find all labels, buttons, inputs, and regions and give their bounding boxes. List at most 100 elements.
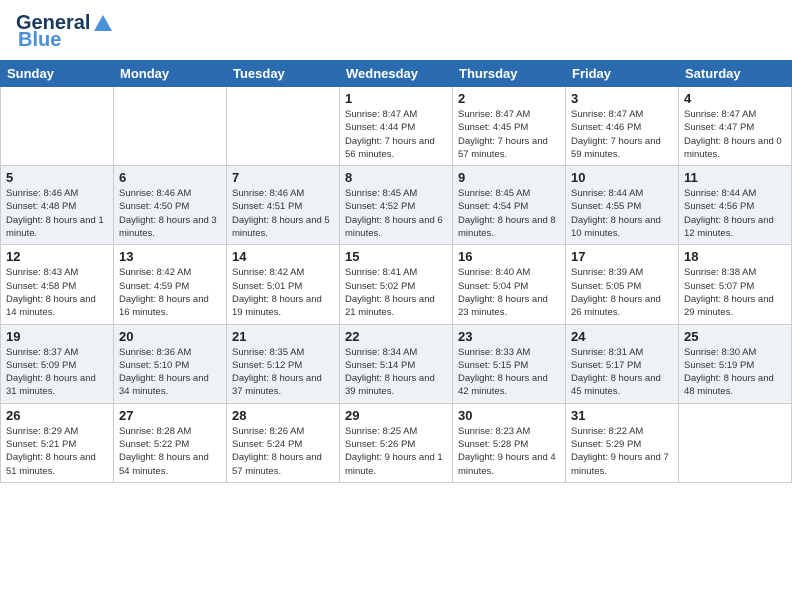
weekday-header-sunday: Sunday bbox=[1, 61, 114, 87]
weekday-header-tuesday: Tuesday bbox=[227, 61, 340, 87]
day-info: Sunrise: 8:42 AM Sunset: 5:01 PM Dayligh… bbox=[232, 266, 334, 319]
calendar-week-1: 1 Sunrise: 8:47 AM Sunset: 4:44 PM Daylig… bbox=[1, 87, 792, 166]
day-number: 4 bbox=[684, 91, 786, 106]
day-info: Sunrise: 8:38 AM Sunset: 5:07 PM Dayligh… bbox=[684, 266, 786, 319]
calendar-cell bbox=[679, 403, 792, 482]
calendar-cell: 12 Sunrise: 8:43 AM Sunset: 4:58 PM Dayli… bbox=[1, 245, 114, 324]
calendar-cell: 22 Sunrise: 8:34 AM Sunset: 5:14 PM Dayli… bbox=[340, 324, 453, 403]
calendar-cell: 11 Sunrise: 8:44 AM Sunset: 4:56 PM Dayli… bbox=[679, 166, 792, 245]
day-number: 7 bbox=[232, 170, 334, 185]
day-info: Sunrise: 8:41 AM Sunset: 5:02 PM Dayligh… bbox=[345, 266, 447, 319]
day-info: Sunrise: 8:28 AM Sunset: 5:22 PM Dayligh… bbox=[119, 425, 221, 478]
day-info: Sunrise: 8:47 AM Sunset: 4:44 PM Dayligh… bbox=[345, 108, 447, 161]
day-number: 18 bbox=[684, 249, 786, 264]
day-number: 1 bbox=[345, 91, 447, 106]
weekday-header-saturday: Saturday bbox=[679, 61, 792, 87]
day-number: 29 bbox=[345, 408, 447, 423]
calendar-cell: 16 Sunrise: 8:40 AM Sunset: 5:04 PM Dayli… bbox=[453, 245, 566, 324]
day-info: Sunrise: 8:29 AM Sunset: 5:21 PM Dayligh… bbox=[6, 425, 108, 478]
calendar-cell: 3 Sunrise: 8:47 AM Sunset: 4:46 PM Daylig… bbox=[566, 87, 679, 166]
calendar-week-3: 12 Sunrise: 8:43 AM Sunset: 4:58 PM Dayli… bbox=[1, 245, 792, 324]
day-number: 15 bbox=[345, 249, 447, 264]
day-number: 16 bbox=[458, 249, 560, 264]
calendar-cell: 31Sunrise: 8:22 AM Sunset: 5:29 PM Dayli… bbox=[566, 403, 679, 482]
day-number: 12 bbox=[6, 249, 108, 264]
day-number: 22 bbox=[345, 329, 447, 344]
day-number: 19 bbox=[6, 329, 108, 344]
day-info: Sunrise: 8:34 AM Sunset: 5:14 PM Dayligh… bbox=[345, 346, 447, 399]
day-info: Sunrise: 8:47 AM Sunset: 4:47 PM Dayligh… bbox=[684, 108, 786, 161]
day-number: 11 bbox=[684, 170, 786, 185]
weekday-header-monday: Monday bbox=[114, 61, 227, 87]
day-number: 28 bbox=[232, 408, 334, 423]
calendar-cell: 6 Sunrise: 8:46 AM Sunset: 4:50 PM Daylig… bbox=[114, 166, 227, 245]
day-number: 20 bbox=[119, 329, 221, 344]
day-number: 30 bbox=[458, 408, 560, 423]
weekday-header-friday: Friday bbox=[566, 61, 679, 87]
day-number: 6 bbox=[119, 170, 221, 185]
day-number: 13 bbox=[119, 249, 221, 264]
day-info: Sunrise: 8:37 AM Sunset: 5:09 PM Dayligh… bbox=[6, 346, 108, 399]
day-info: Sunrise: 8:47 AM Sunset: 4:45 PM Dayligh… bbox=[458, 108, 560, 161]
logo-icon bbox=[92, 13, 114, 35]
calendar-cell: 20 Sunrise: 8:36 AM Sunset: 5:10 PM Dayli… bbox=[114, 324, 227, 403]
calendar-cell: 30Sunrise: 8:23 AM Sunset: 5:28 PM Dayli… bbox=[453, 403, 566, 482]
day-info: Sunrise: 8:44 AM Sunset: 4:55 PM Dayligh… bbox=[571, 187, 673, 240]
calendar-week-2: 5Sunrise: 8:46 AM Sunset: 4:48 PM Daylig… bbox=[1, 166, 792, 245]
day-info: Sunrise: 8:22 AM Sunset: 5:29 PM Dayligh… bbox=[571, 425, 673, 478]
calendar-cell bbox=[1, 87, 114, 166]
calendar-cell: 23Sunrise: 8:33 AM Sunset: 5:15 PM Dayli… bbox=[453, 324, 566, 403]
header: General Blue bbox=[0, 0, 792, 56]
calendar-cell: 29 Sunrise: 8:25 AM Sunset: 5:26 PM Dayli… bbox=[340, 403, 453, 482]
calendar-table: SundayMondayTuesdayWednesdayThursdayFrid… bbox=[0, 60, 792, 483]
day-info: Sunrise: 8:45 AM Sunset: 4:52 PM Dayligh… bbox=[345, 187, 447, 240]
day-number: 5 bbox=[6, 170, 108, 185]
day-number: 2 bbox=[458, 91, 560, 106]
day-number: 24 bbox=[571, 329, 673, 344]
calendar-cell: 27Sunrise: 8:28 AM Sunset: 5:22 PM Dayli… bbox=[114, 403, 227, 482]
calendar-cell: 15 Sunrise: 8:41 AM Sunset: 5:02 PM Dayli… bbox=[340, 245, 453, 324]
logo-blue: Blue bbox=[18, 29, 61, 52]
weekday-header-row: SundayMondayTuesdayWednesdayThursdayFrid… bbox=[1, 61, 792, 87]
day-number: 14 bbox=[232, 249, 334, 264]
logo: General Blue bbox=[16, 12, 116, 52]
calendar-cell: 7 Sunrise: 8:46 AM Sunset: 4:51 PM Daylig… bbox=[227, 166, 340, 245]
calendar-cell: 9Sunrise: 8:45 AM Sunset: 4:54 PM Daylig… bbox=[453, 166, 566, 245]
day-info: Sunrise: 8:36 AM Sunset: 5:10 PM Dayligh… bbox=[119, 346, 221, 399]
day-info: Sunrise: 8:46 AM Sunset: 4:50 PM Dayligh… bbox=[119, 187, 221, 240]
day-number: 26 bbox=[6, 408, 108, 423]
day-info: Sunrise: 8:39 AM Sunset: 5:05 PM Dayligh… bbox=[571, 266, 673, 319]
day-info: Sunrise: 8:30 AM Sunset: 5:19 PM Dayligh… bbox=[684, 346, 786, 399]
day-number: 8 bbox=[345, 170, 447, 185]
day-info: Sunrise: 8:44 AM Sunset: 4:56 PM Dayligh… bbox=[684, 187, 786, 240]
calendar-cell: 8 Sunrise: 8:45 AM Sunset: 4:52 PM Daylig… bbox=[340, 166, 453, 245]
day-info: Sunrise: 8:40 AM Sunset: 5:04 PM Dayligh… bbox=[458, 266, 560, 319]
day-info: Sunrise: 8:47 AM Sunset: 4:46 PM Dayligh… bbox=[571, 108, 673, 161]
calendar-cell: 5Sunrise: 8:46 AM Sunset: 4:48 PM Daylig… bbox=[1, 166, 114, 245]
calendar-week-5: 26 Sunrise: 8:29 AM Sunset: 5:21 PM Dayli… bbox=[1, 403, 792, 482]
calendar-cell: 1 Sunrise: 8:47 AM Sunset: 4:44 PM Daylig… bbox=[340, 87, 453, 166]
calendar-cell: 10 Sunrise: 8:44 AM Sunset: 4:55 PM Dayli… bbox=[566, 166, 679, 245]
calendar-cell: 13Sunrise: 8:42 AM Sunset: 4:59 PM Dayli… bbox=[114, 245, 227, 324]
day-info: Sunrise: 8:46 AM Sunset: 4:51 PM Dayligh… bbox=[232, 187, 334, 240]
calendar-cell: 26 Sunrise: 8:29 AM Sunset: 5:21 PM Dayli… bbox=[1, 403, 114, 482]
day-info: Sunrise: 8:43 AM Sunset: 4:58 PM Dayligh… bbox=[6, 266, 108, 319]
day-number: 10 bbox=[571, 170, 673, 185]
day-info: Sunrise: 8:33 AM Sunset: 5:15 PM Dayligh… bbox=[458, 346, 560, 399]
day-number: 9 bbox=[458, 170, 560, 185]
calendar-week-4: 19 Sunrise: 8:37 AM Sunset: 5:09 PM Dayli… bbox=[1, 324, 792, 403]
day-info: Sunrise: 8:25 AM Sunset: 5:26 PM Dayligh… bbox=[345, 425, 447, 478]
calendar-cell: 2 Sunrise: 8:47 AM Sunset: 4:45 PM Daylig… bbox=[453, 87, 566, 166]
day-number: 17 bbox=[571, 249, 673, 264]
calendar-cell bbox=[114, 87, 227, 166]
calendar-cell: 21Sunrise: 8:35 AM Sunset: 5:12 PM Dayli… bbox=[227, 324, 340, 403]
calendar-body: 1 Sunrise: 8:47 AM Sunset: 4:44 PM Daylig… bbox=[1, 87, 792, 483]
day-info: Sunrise: 8:31 AM Sunset: 5:17 PM Dayligh… bbox=[571, 346, 673, 399]
day-number: 3 bbox=[571, 91, 673, 106]
calendar-cell: 18 Sunrise: 8:38 AM Sunset: 5:07 PM Dayli… bbox=[679, 245, 792, 324]
day-number: 21 bbox=[232, 329, 334, 344]
calendar-cell: 14 Sunrise: 8:42 AM Sunset: 5:01 PM Dayli… bbox=[227, 245, 340, 324]
weekday-header-wednesday: Wednesday bbox=[340, 61, 453, 87]
calendar-cell: 4 Sunrise: 8:47 AM Sunset: 4:47 PM Daylig… bbox=[679, 87, 792, 166]
calendar-cell: 19 Sunrise: 8:37 AM Sunset: 5:09 PM Dayli… bbox=[1, 324, 114, 403]
